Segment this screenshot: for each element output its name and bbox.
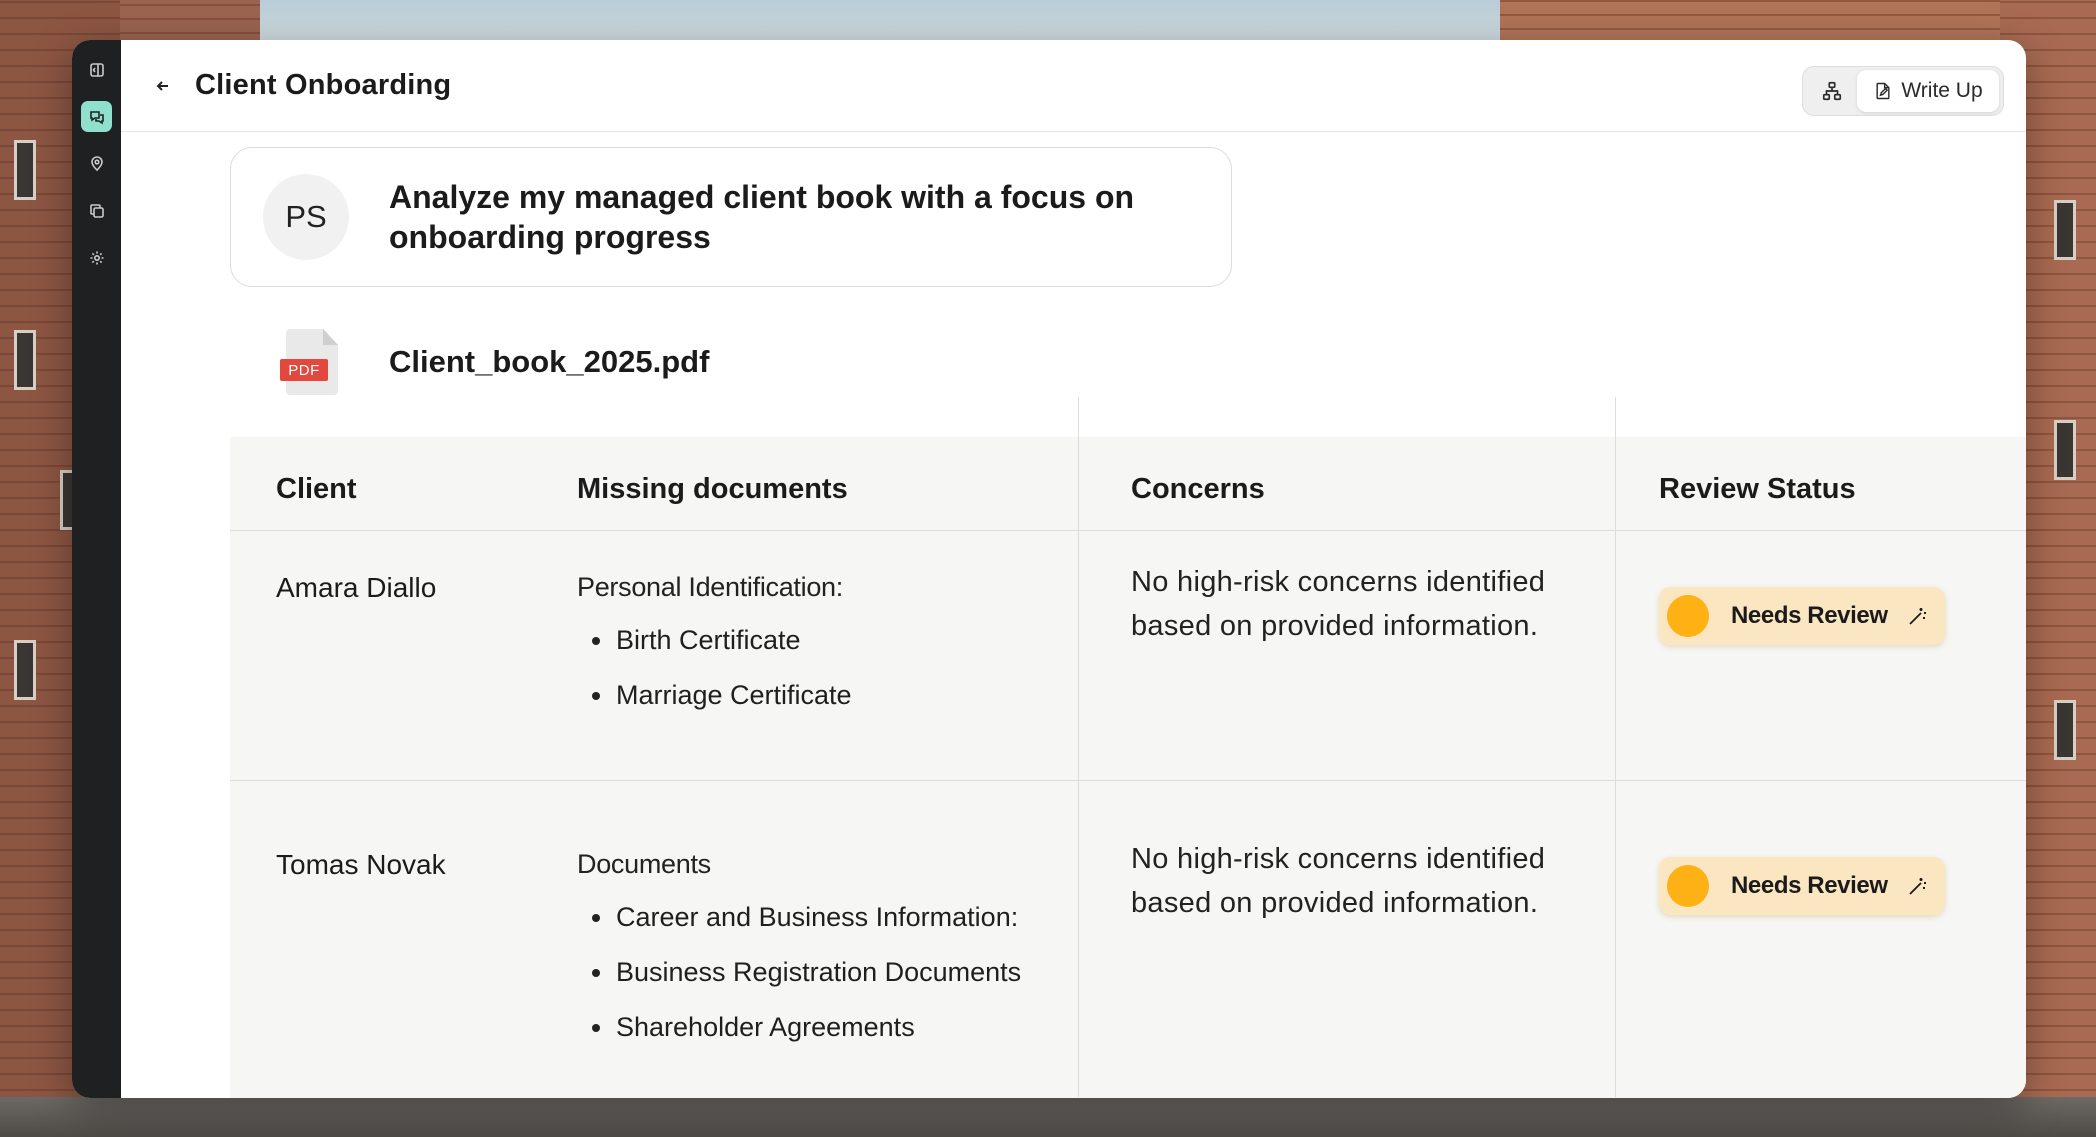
header-toolbar: Write Up [1802,66,2004,116]
concern-text: No high-risk concerns identified based o… [1131,843,1546,919]
column-divider [1615,397,1616,1097]
client-name: Amara Diallo [276,572,437,603]
sidebar-rail [72,40,121,1098]
status-dot [1667,865,1709,907]
status-dot [1667,595,1709,637]
column-header-missing-documents: Missing documents [577,473,848,505]
pdf-file-icon: PDF [280,329,338,395]
write-up-button[interactable]: Write Up [1857,70,1999,112]
list-item: Birth Certificate [577,623,852,657]
missing-documents-cell: Personal Identification: Birth Certifica… [577,572,852,733]
attached-file[interactable]: PDF Client_book_2025.pdf [280,329,709,395]
arrow-left-icon [156,80,168,91]
settings-button[interactable] [81,242,112,273]
document-group-label: Personal Identification: [577,572,843,602]
settings-icon [90,251,103,264]
list-item: Shareholder Agreements [577,1010,1021,1044]
app-window: Client Onboarding Write Up PS Analyze my… [72,40,2026,1098]
prompt-text: Analyze my managed client book with a fo… [389,179,1135,255]
pdf-tag: PDF [280,359,328,381]
missing-documents-cell: Documents Career and Business Informatio… [577,849,1021,1065]
sidebar-toggle-button[interactable] [81,54,112,85]
status-label: Needs Review [1731,602,1888,629]
document-list: Career and Business Information: Busines… [577,900,1021,1044]
user-prompt-card: PS Analyze my managed client book with a… [230,147,1232,287]
column-header-review-status: Review Status [1659,473,1856,505]
results-table: Client Missing documents Concerns Review… [230,397,2026,1098]
column-header-concerns: Concerns [1131,473,1265,505]
client-name: Tomas Novak [276,849,446,880]
status-badge[interactable]: Needs Review [1659,587,1945,645]
file-name: Client_book_2025.pdf [389,344,710,379]
magic-wand-icon [1906,604,1930,628]
document-group-label: Documents [577,849,711,879]
sidebar-toggle-icon [89,62,104,77]
list-item: Marriage Certificate [577,678,852,712]
main-content: PS Analyze my managed client book with a… [121,133,2026,1098]
list-item: Career and Business Information: [577,900,1021,934]
location-pin-icon [90,155,103,171]
concern-text: No high-risk concerns identified based o… [1131,566,1546,642]
chat-button[interactable] [81,101,112,132]
chat-icon [89,110,104,124]
back-button[interactable] [145,68,181,104]
status-badge[interactable]: Needs Review [1659,857,1945,915]
page-header: Client Onboarding Write Up [121,40,2026,132]
document-list: Birth Certificate Marriage Certificate [577,623,852,712]
row-divider [230,780,2026,781]
write-up-label: Write Up [1901,79,1983,102]
page-title: Client Onboarding [195,69,452,101]
hierarchy-icon [1822,81,1842,101]
avatar: PS [263,174,349,260]
copy-button[interactable] [81,195,112,226]
status-label: Needs Review [1731,872,1888,899]
column-divider [1078,397,1079,1097]
hierarchy-button[interactable] [1807,70,1857,112]
document-edit-icon [1876,82,1890,100]
row-divider [230,530,2026,531]
location-button[interactable] [81,148,112,179]
copy-icon [89,203,104,218]
list-item: Business Registration Documents [577,955,1021,989]
magic-wand-icon [1906,874,1930,898]
column-header-client: Client [276,473,357,505]
